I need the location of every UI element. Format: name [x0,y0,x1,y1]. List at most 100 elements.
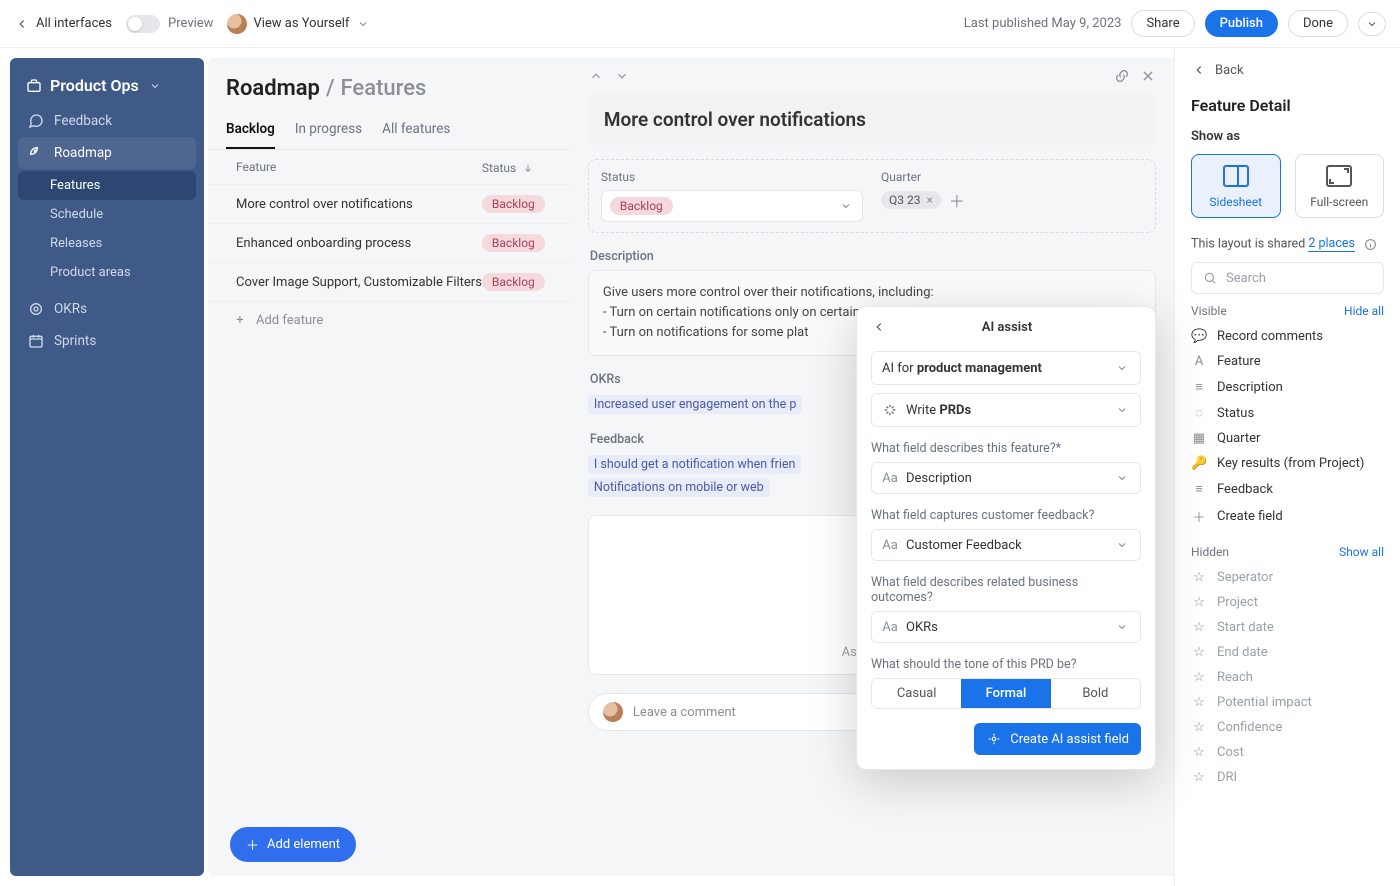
hidden-field-item[interactable]: ☆Project [1191,590,1384,615]
sidebar-sub-features[interactable]: Features [18,171,196,200]
more-menu[interactable] [1358,12,1386,36]
search-icon [1202,270,1218,286]
status-select[interactable]: Backlog [601,190,863,222]
hide-all-link[interactable]: Hide all [1344,304,1384,318]
feedback-chip[interactable]: I should get a notification when frien [588,455,802,474]
col-status[interactable]: Status [482,160,552,176]
visible-field-item[interactable]: 🔑Key results (from Project) [1191,451,1384,476]
okr-chip[interactable]: Increased user engagement on the p [588,395,802,414]
ai-title: AI assist [887,320,1127,335]
chevron-up-icon[interactable] [588,68,604,84]
feature-title-input[interactable]: More control over notifications [588,94,1156,145]
hidden-field-item[interactable]: ☆Start date [1191,615,1384,640]
preview-toggle[interactable] [126,15,160,33]
show-as-sidesheet[interactable]: Sidesheet [1191,154,1281,218]
visible-field-item[interactable]: 💬Record comments [1191,324,1384,349]
table-row[interactable]: Cover Image Support, Customizable Filter… [208,262,570,301]
status-label: Status [601,170,863,184]
hidden-field-item[interactable]: ☆Reach [1191,665,1384,690]
sidebar-item-sprints[interactable]: Sprints [18,325,196,357]
show-as-fullscreen[interactable]: Full-screen [1295,154,1385,218]
inspector-back[interactable]: Back [1191,62,1384,78]
visible-field-item[interactable]: AFeature [1191,349,1384,374]
share-button[interactable]: Share [1131,10,1194,37]
done-button[interactable]: Done [1288,10,1348,37]
add-feature-button[interactable]: + Add feature [208,301,570,338]
chevron-down-icon[interactable] [614,68,630,84]
workspace-selector[interactable]: Product Ops [18,70,196,101]
view-as-selector[interactable]: View as Yourself [227,14,371,34]
ai-context-select[interactable]: AI for product management [871,351,1141,385]
sidebar-item-okrs[interactable]: OKRs [18,293,196,325]
ai-action-select[interactable]: Write PRDs [871,393,1141,427]
tab-all-features[interactable]: All features [382,113,450,149]
meta-row: Status Backlog Quarter Q3 23 × ＋ [588,159,1156,233]
back-to-interfaces[interactable]: All interfaces [14,16,112,32]
visible-field-item[interactable]: ≡Feedback [1191,476,1384,502]
table-row[interactable]: Enhanced onboarding processBacklog [208,223,570,262]
col-feature[interactable]: Feature [236,160,482,176]
hidden-field-item[interactable]: ☆DRI [1191,765,1384,790]
show-all-link[interactable]: Show all [1339,545,1384,559]
chat-icon [28,113,44,129]
tone-casual[interactable]: Casual [872,679,961,708]
text-icon: Aa [882,620,898,635]
field-type-icon: A [1191,354,1207,369]
inspector-search[interactable]: Search [1191,262,1384,294]
hidden-field-item[interactable]: ☆Potential impact [1191,690,1384,715]
ai-a2-select[interactable]: Aa Customer Feedback [871,529,1141,561]
field-type-icon: ≡ [1191,379,1207,395]
visible-heading: Visible [1191,304,1227,318]
hidden-field-item[interactable]: ☆Seperator [1191,565,1384,590]
tab-in-progress[interactable]: In progress [295,113,362,149]
avatar-icon [603,702,623,722]
sidebar-item-label: OKRs [54,301,87,317]
detail-panel: More control over notifications Status B… [570,58,1174,876]
info-icon[interactable] [1362,236,1378,252]
shared-places-link[interactable]: 2 places [1308,236,1355,252]
tone-formal[interactable]: Formal [961,679,1050,708]
text-icon: Aa [882,471,898,486]
hidden-field-item[interactable]: ☆Cost [1191,740,1384,765]
hidden-field-item[interactable]: ☆Confidence [1191,715,1384,740]
quarter-chip[interactable]: Q3 23 × [881,191,941,209]
back-icon[interactable] [871,319,887,335]
table-row[interactable]: More control over notificationsBacklog [208,184,570,223]
tone-segmented: Casual Formal Bold [871,678,1141,709]
briefcase-icon [26,78,42,94]
ai-a3-select[interactable]: Aa OKRs [871,611,1141,643]
ai-a1-select[interactable]: Aa Description [871,462,1141,494]
visible-field-item[interactable]: ≡Description [1191,374,1384,400]
field-type-icon: ◌ [1191,405,1207,421]
add-element-button[interactable]: ＋ Add element [230,827,356,862]
visible-field-item[interactable]: ▦Quarter [1191,426,1384,451]
publish-button[interactable]: Publish [1205,10,1278,37]
crumb-sep: / [326,76,335,101]
status-tag: Backlog [482,234,545,252]
sidebar-item-roadmap[interactable]: Roadmap [18,137,196,169]
ai-q2: What field captures customer feedback? [871,508,1141,523]
create-field-button[interactable]: ＋ Create field [1191,502,1384,531]
field-type-icon: ☆ [1191,720,1207,735]
hidden-field-item[interactable]: ☆End date [1191,640,1384,665]
close-icon[interactable] [1140,68,1156,84]
link-icon[interactable] [1114,68,1130,84]
sidebar-sub-schedule[interactable]: Schedule [18,200,196,229]
feedback-chip[interactable]: Notifications on mobile or web [588,478,770,497]
sidebar-item-label: Roadmap [54,145,112,161]
arrow-down-icon [520,160,536,176]
status-tag: Backlog [482,195,545,213]
ai-q4: What should the tone of this PRD be? [871,657,1141,672]
tab-backlog[interactable]: Backlog [226,113,275,149]
table-header: Feature Status [208,150,570,184]
arrow-left-icon [1191,62,1207,78]
create-ai-field-button[interactable]: Create AI assist field [974,723,1141,755]
remove-chip-icon[interactable]: × [926,193,932,207]
sidebar-sub-product-areas[interactable]: Product areas [18,258,196,287]
visible-field-item[interactable]: ◌Status [1191,400,1384,426]
tone-bold[interactable]: Bold [1051,679,1140,708]
sidebar-item-feedback[interactable]: Feedback [18,105,196,137]
add-quarter-button[interactable]: ＋ [947,190,967,210]
arrow-left-icon [14,16,30,32]
sidebar-sub-releases[interactable]: Releases [18,229,196,258]
